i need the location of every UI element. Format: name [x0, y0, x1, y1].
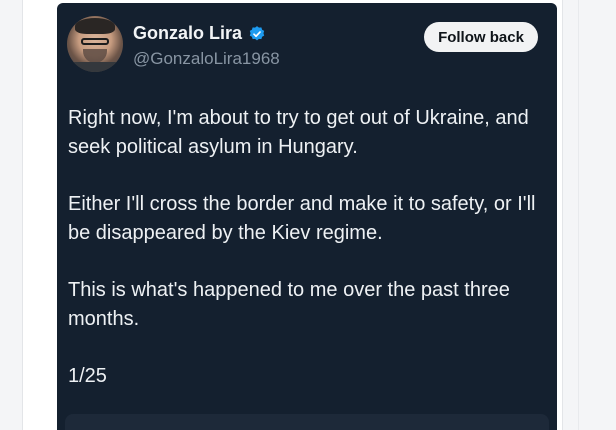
embedded-preview-card[interactable]	[65, 414, 549, 430]
avatar-beard	[83, 49, 107, 63]
frame-divider-right	[562, 0, 563, 430]
tweet-paragraph: Either I'll cross the border and make it…	[68, 193, 536, 244]
follow-back-button[interactable]: Follow back	[424, 22, 538, 52]
thread-counter: 1/25	[68, 365, 107, 387]
tweet-paragraph: Right now, I'm about to try to get out o…	[68, 107, 529, 158]
user-avatar[interactable]	[67, 16, 123, 72]
verified-badge-icon	[249, 25, 265, 40]
avatar-hair	[75, 18, 115, 34]
frame-divider-left	[22, 0, 23, 430]
tweet-paragraph: This is what's happened to me over the p…	[68, 279, 510, 330]
frame-divider-right-outer	[578, 0, 579, 430]
avatar-glasses	[81, 38, 109, 45]
screenshot-page: Gonzalo Lira @GonzaloLira1968 Follow bac…	[0, 0, 616, 430]
author-display-name[interactable]: Gonzalo Lira	[133, 23, 242, 44]
avatar-shirt	[67, 62, 123, 72]
tweet-card[interactable]: Gonzalo Lira @GonzaloLira1968 Follow bac…	[57, 3, 557, 430]
tweet-body: Right now, I'm about to try to get out o…	[68, 104, 550, 419]
author-handle[interactable]: @GonzaloLira1968	[133, 49, 280, 69]
author-name-row: Gonzalo Lira	[133, 23, 266, 44]
